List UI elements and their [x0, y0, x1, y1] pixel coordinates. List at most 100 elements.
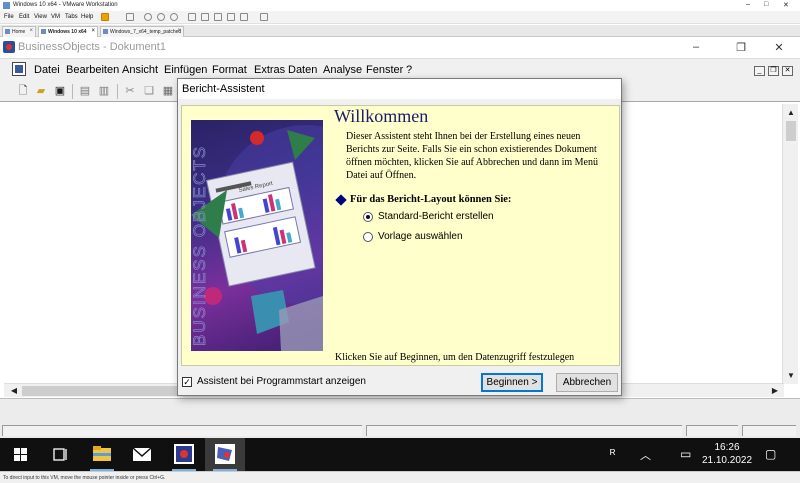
vmware-maximize-button[interactable]: □	[764, 1, 768, 8]
menu-datei[interactable]: Datei	[34, 64, 60, 76]
show-at-startup-checkbox[interactable]: ✓	[182, 377, 192, 387]
vmware-menu-edit[interactable]: Edit	[19, 14, 29, 20]
task-view-button[interactable]	[40, 438, 80, 471]
app-minimize-button[interactable]: –	[686, 41, 706, 53]
unity-icon[interactable]	[227, 13, 235, 21]
menu-help[interactable]: ?	[406, 64, 412, 76]
status-bar	[0, 398, 800, 438]
taskbar-businessobjects-2[interactable]	[205, 438, 245, 471]
action-center-icon[interactable]: ▢	[765, 447, 776, 461]
vmware-menu-vm[interactable]: VM	[51, 14, 60, 20]
brand-watermark: BUSINESS OBJECTS	[191, 145, 209, 346]
vmware-window-title: Windows 10 x64 - VMware Workstation	[13, 2, 118, 8]
fullscreen-icon[interactable]	[240, 13, 248, 21]
app-close-button[interactable]: ✕	[769, 41, 789, 54]
show-at-startup-label[interactable]: Assistent bei Programmstart anzeigen	[197, 376, 366, 387]
status-field	[686, 425, 738, 436]
vmware-menu-file[interactable]: File	[4, 14, 14, 20]
vmware-menu-tabs[interactable]: Tabs	[65, 14, 78, 20]
scroll-thumb[interactable]	[22, 386, 182, 396]
network-icon[interactable]: ▭	[680, 447, 691, 461]
scroll-up-arrow-icon[interactable]: ▲	[783, 106, 799, 120]
start-button[interactable]: Beginnen >	[481, 373, 543, 392]
menu-format[interactable]: Format	[212, 64, 247, 76]
vmware-close-button[interactable]: ✕	[783, 1, 789, 9]
menu-fenster[interactable]: Fenster	[366, 64, 403, 76]
menu-daten[interactable]: Daten	[288, 64, 317, 76]
snapshot-icon[interactable]	[144, 13, 152, 21]
businessobjects-icon	[174, 444, 194, 464]
print-preview-icon[interactable]: ▥	[97, 84, 111, 98]
dialog-title: Bericht-Assistent	[182, 83, 265, 95]
close-icon[interactable]: ×	[29, 28, 33, 34]
mdi-close-button[interactable]: ✕	[782, 66, 793, 76]
task-view-icon	[53, 448, 67, 461]
console-view-icon[interactable]	[214, 13, 222, 21]
home-icon	[5, 29, 10, 34]
print-icon[interactable]: ▤	[78, 84, 92, 98]
taskbar-mail[interactable]	[122, 438, 162, 471]
vmware-menu-view[interactable]: View	[34, 14, 47, 20]
menu-einfuegen[interactable]: Einfügen	[164, 64, 207, 76]
paste-icon[interactable]: ▦	[161, 84, 175, 98]
report-wizard-dialog: Bericht-Assistent BUSINESS OBJECTS Sales…	[177, 78, 622, 396]
menu-bearbeiten[interactable]: Bearbeiten	[66, 64, 119, 76]
scroll-down-arrow-icon[interactable]: ▼	[783, 369, 799, 383]
mdi-minimize-button[interactable]: _	[754, 66, 765, 76]
tab-windows-7[interactable]: Windows_7_x64_temp_patched ×	[100, 26, 184, 37]
tab-home[interactable]: Home ×	[2, 26, 36, 37]
document-icon[interactable]	[12, 62, 26, 76]
close-icon[interactable]: ×	[177, 28, 181, 34]
vertical-scrollbar[interactable]: ▲ ▼	[782, 104, 798, 384]
tab-windows-7-label: Windows_7_x64_temp_patched	[110, 29, 182, 35]
scroll-thumb[interactable]	[786, 121, 796, 141]
status-field	[2, 425, 362, 436]
toolbar-separator	[72, 84, 73, 99]
dialog-titlebar[interactable]: Bericht-Assistent	[178, 79, 621, 99]
clock-date: 21.10.2022	[701, 455, 753, 466]
taskbar-file-explorer[interactable]	[82, 438, 122, 471]
stretch-guest-icon[interactable]	[260, 13, 268, 21]
copy-icon[interactable]: ❏	[142, 84, 156, 98]
scroll-left-arrow-icon[interactable]: ◀	[6, 384, 22, 398]
vmware-menubar: File Edit View VM Tabs Help	[0, 11, 800, 24]
toolbar-separator	[117, 84, 118, 99]
vmware-menu-help[interactable]: Help	[81, 14, 93, 20]
close-icon[interactable]: ×	[91, 28, 95, 34]
people-icon[interactable]: ᴿ	[610, 447, 615, 461]
thumbnail-view-icon[interactable]	[201, 13, 209, 21]
vmware-tab-strip: Home × Windows 10 x64 × Windows_7_x64_te…	[0, 25, 800, 37]
radio-select-template[interactable]	[363, 232, 373, 242]
clock-time: 16:26	[714, 442, 740, 453]
menu-analyse[interactable]: Analyse	[323, 64, 362, 76]
tab-home-label: Home	[12, 29, 26, 35]
vmware-minimize-button[interactable]: –	[746, 1, 750, 8]
radio-select-template-label[interactable]: Vorlage auswählen	[378, 231, 463, 242]
radio-standard-report[interactable]	[363, 212, 373, 222]
send-ctrl-alt-del-icon[interactable]	[126, 13, 134, 21]
scroll-right-arrow-icon[interactable]: ▶	[767, 384, 783, 398]
open-folder-icon[interactable]: ▰	[34, 84, 48, 98]
revert-snapshot-icon[interactable]	[157, 13, 165, 21]
vm-icon	[103, 29, 108, 34]
save-icon[interactable]: ▣	[53, 84, 67, 98]
diamond-bullet-icon	[335, 194, 347, 206]
snapshot-manager-icon[interactable]	[170, 13, 178, 21]
radio-standard-report-label[interactable]: Standard-Bericht erstellen	[378, 211, 494, 222]
library-view-icon[interactable]	[188, 13, 196, 21]
menu-extras[interactable]: Extras	[254, 64, 285, 76]
taskbar: ᴿ ︿ ▭ 16:26 21.10.2022 ▢	[0, 438, 800, 471]
start-button[interactable]	[0, 438, 40, 471]
show-hidden-icons-chevron-icon[interactable]: ︿	[640, 447, 651, 463]
mdi-restore-button[interactable]: ❐	[768, 66, 779, 76]
new-document-icon[interactable]: 🗋	[16, 84, 30, 98]
clock[interactable]: 16:26 21.10.2022	[696, 441, 758, 467]
cut-icon[interactable]: ✂	[123, 84, 137, 98]
tab-windows-10[interactable]: Windows 10 x64 ×	[38, 26, 98, 37]
taskbar-businessobjects-1[interactable]	[164, 438, 204, 471]
pause-vm-icon[interactable]	[101, 13, 109, 21]
menu-ansicht[interactable]: Ansicht	[122, 64, 158, 76]
app-maximize-button[interactable]: ❐	[731, 41, 751, 54]
app-title: BusinessObjects - Dokument1	[18, 41, 166, 53]
cancel-button[interactable]: Abbrechen	[556, 373, 618, 392]
